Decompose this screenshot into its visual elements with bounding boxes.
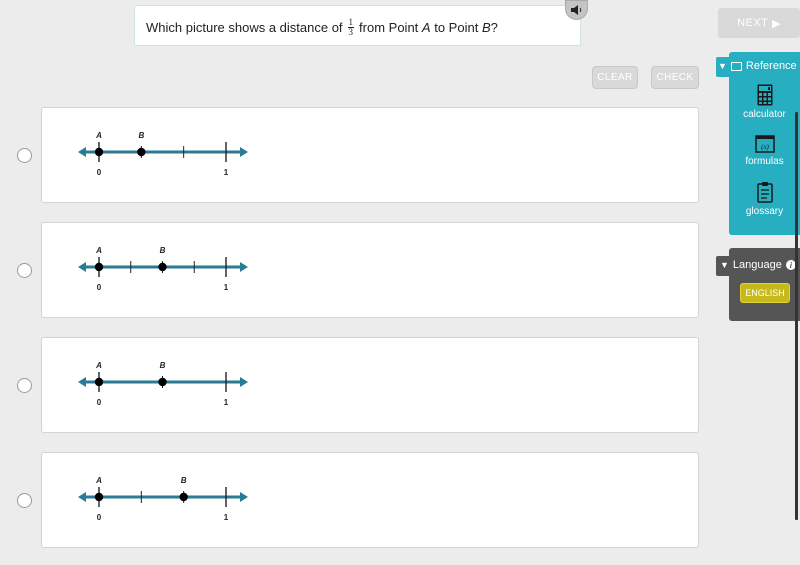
- fraction-one-third: 1 3: [347, 18, 355, 37]
- question-point-b: B: [481, 20, 491, 35]
- point-a-label: A: [95, 476, 102, 485]
- formulas-tool[interactable]: (x) formulas: [729, 135, 800, 167]
- clipboard-icon: [756, 182, 773, 203]
- next-arrow-icon: ▶: [771, 17, 781, 30]
- left-arrow-icon: [78, 492, 86, 502]
- clear-button[interactable]: CLEAR: [592, 66, 638, 89]
- option-radio-1[interactable]: [17, 148, 32, 163]
- point-a: [94, 492, 104, 502]
- question-text: Which picture shows a distance of 1 3 fr…: [146, 18, 498, 37]
- glossary-tool[interactable]: glossary: [729, 181, 800, 217]
- point-a: [94, 147, 104, 157]
- calculator-tool[interactable]: calculator: [729, 84, 800, 120]
- point-b-label: B: [160, 361, 166, 370]
- point-b: [137, 147, 146, 157]
- question-point-a: A: [421, 20, 431, 35]
- point-b-label: B: [181, 476, 187, 485]
- english-language-button[interactable]: ENGLISH: [740, 283, 790, 303]
- scrollbar[interactable]: [795, 112, 798, 520]
- point-a-label: A: [95, 131, 102, 140]
- tick-label-one: 1: [224, 168, 229, 177]
- tick-label-one: 1: [224, 283, 229, 292]
- left-arrow-icon: [78, 377, 86, 387]
- fraction-denominator: 3: [348, 27, 354, 37]
- question-suffix: ?: [490, 20, 498, 35]
- right-arrow-icon: [240, 377, 248, 387]
- right-arrow-icon: [240, 492, 248, 502]
- collapse-triangle-icon: ▼: [718, 61, 727, 71]
- next-button[interactable]: NEXT ▶: [718, 8, 800, 38]
- reference-header[interactable]: ▼ Reference: [718, 60, 797, 72]
- formulas-icon: (x): [754, 135, 775, 153]
- point-b: [179, 492, 188, 502]
- question-box: Which picture shows a distance of 1 3 fr…: [134, 5, 581, 46]
- left-arrow-icon: [78, 147, 86, 157]
- tick-label-zero: 0: [97, 283, 102, 292]
- point-b-label: B: [138, 131, 144, 140]
- language-title: Language: [732, 259, 782, 271]
- point-a-label: A: [95, 246, 102, 255]
- point-a-label: A: [95, 361, 102, 370]
- tick-label-zero: 0: [97, 513, 102, 522]
- check-button[interactable]: CHECK: [651, 66, 699, 89]
- calculator-label: calculator: [743, 109, 786, 120]
- option-radio-4[interactable]: [17, 493, 32, 508]
- point-b-label: B: [160, 246, 166, 255]
- speaker-icon: [570, 5, 581, 15]
- point-a: [94, 262, 104, 272]
- next-label: NEXT: [737, 17, 769, 29]
- question-middle1: from Point: [359, 20, 419, 35]
- question-middle2: to Point: [434, 20, 479, 35]
- left-arrow-icon: [78, 262, 86, 272]
- glossary-label: glossary: [745, 206, 784, 217]
- tick-label-zero: 0: [97, 398, 102, 407]
- option-radio-3[interactable]: [17, 378, 32, 393]
- option-radio-2[interactable]: [17, 263, 32, 278]
- number-line-1: A B 0 1: [78, 131, 248, 177]
- right-arrow-icon: [240, 147, 248, 157]
- formulas-label: formulas: [745, 156, 784, 167]
- right-arrow-icon: [240, 262, 248, 272]
- number-line-4: A B 0 1: [78, 476, 248, 522]
- tick-label-zero: 0: [97, 168, 102, 177]
- svg-text:(x): (x): [761, 143, 769, 151]
- point-a: [94, 377, 104, 387]
- point-b: [158, 377, 167, 387]
- reference-title: Reference: [745, 60, 797, 72]
- audio-button[interactable]: [565, 0, 588, 20]
- point-b: [158, 262, 167, 272]
- calculator-icon: [757, 84, 772, 106]
- number-line-3: A B 0 1: [78, 361, 248, 407]
- question-prefix: Which picture shows a distance of: [146, 20, 343, 35]
- tick-label-one: 1: [224, 513, 229, 522]
- tick-label-one: 1: [224, 398, 229, 407]
- number-line-2: A B 0 1: [78, 246, 248, 292]
- language-header[interactable]: ▼ Language i: [720, 259, 796, 271]
- collapse-triangle-icon: ▼: [720, 260, 729, 270]
- reference-book-icon: [730, 61, 742, 71]
